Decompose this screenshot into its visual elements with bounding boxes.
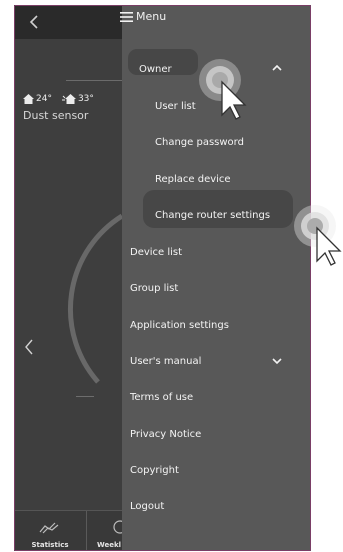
menu-item-copyright[interactable]: Copyright [130, 465, 179, 476]
menu-item-owner[interactable]: Owner [139, 64, 172, 75]
back-arrow-icon[interactable] [26, 13, 44, 31]
router-settings-highlight [143, 190, 293, 228]
home-icon [23, 94, 34, 104]
menu-item-replace-device[interactable]: Replace device [155, 174, 231, 185]
menu-item-group-list[interactable]: Group list [130, 283, 178, 294]
chevron-left-icon[interactable] [22, 338, 36, 356]
menu-title: Menu [136, 10, 167, 23]
menu-item-users-manual[interactable]: User's manual [130, 356, 201, 367]
menu-item-device-list[interactable]: Device list [130, 247, 182, 258]
chart-icon [39, 522, 59, 534]
sensor-name: Dust sensor [23, 109, 89, 122]
tab-label: Statistics [31, 541, 69, 549]
temperature-readout: 24° 33° [23, 94, 94, 104]
menu-item-privacy-notice[interactable]: Privacy Notice [130, 429, 201, 440]
menu-item-user-list[interactable]: User list [155, 101, 196, 112]
menu-header[interactable]: Menu [120, 10, 166, 23]
divider-dash [76, 396, 94, 397]
menu-item-change-password[interactable]: Change password [155, 137, 244, 148]
indoor-temperature: 24° [23, 94, 52, 104]
chevron-up-icon[interactable] [271, 64, 283, 72]
menu-item-logout[interactable]: Logout [130, 501, 164, 512]
outdoor-temperature: 33° [61, 94, 94, 104]
chevron-down-icon[interactable] [271, 357, 283, 365]
hamburger-icon [120, 11, 133, 22]
menu-item-change-router-settings[interactable]: Change router settings [155, 210, 270, 221]
outdoor-home-icon [61, 94, 76, 104]
menu-item-terms-of-use[interactable]: Terms of use [130, 392, 193, 403]
menu-item-application-settings[interactable]: Application settings [130, 320, 229, 331]
tab-statistics[interactable]: Statistics [14, 511, 87, 551]
